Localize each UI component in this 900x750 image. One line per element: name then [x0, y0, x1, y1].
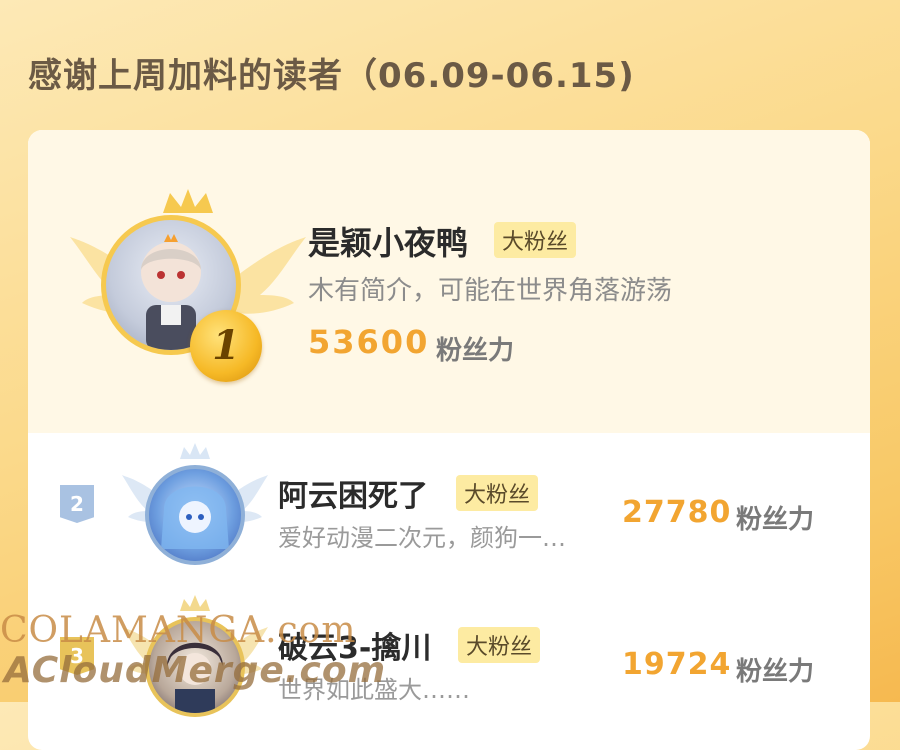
user-bio: 木有简介，可能在世界角落游荡	[308, 276, 673, 306]
user-name[interactable]: 阿云困死了	[278, 471, 428, 515]
rank-number-badge: 2	[60, 485, 94, 523]
fan-score-unit: 粉丝力	[436, 336, 515, 366]
rank-medal: 1	[190, 310, 262, 382]
rank-1-entry[interactable]: 1 是颖小夜鸭 大粉丝 木有简介，可能在世界角落游荡 53600 粉丝力	[28, 130, 870, 433]
fan-score-unit: 粉丝力	[736, 657, 815, 687]
rank-2-entry[interactable]: 2 阿云困死了 大粉丝 爱好动漫二次元，颜狗一… 27780 粉丝力	[28, 433, 870, 583]
watermark-text: COLAMANGA.com	[0, 610, 357, 651]
fan-score: 19724	[622, 647, 732, 682]
fan-level-badge: 大粉丝	[458, 627, 541, 663]
watermark-text: ACloudMerge.com	[4, 650, 387, 691]
user-avatar[interactable]	[145, 465, 245, 565]
page-title: 感谢上周加料的读者（06.09-06.15)	[28, 56, 635, 96]
fan-score-unit: 粉丝力	[736, 505, 815, 535]
user-bio: 爱好动漫二次元，颜狗一…	[278, 524, 566, 552]
fan-level-badge: 大粉丝	[456, 475, 539, 511]
user-name[interactable]: 是颖小夜鸭	[308, 218, 468, 264]
fan-score: 27780	[622, 495, 732, 530]
fan-level-badge: 大粉丝	[494, 222, 577, 258]
fan-score: 53600	[308, 323, 430, 361]
